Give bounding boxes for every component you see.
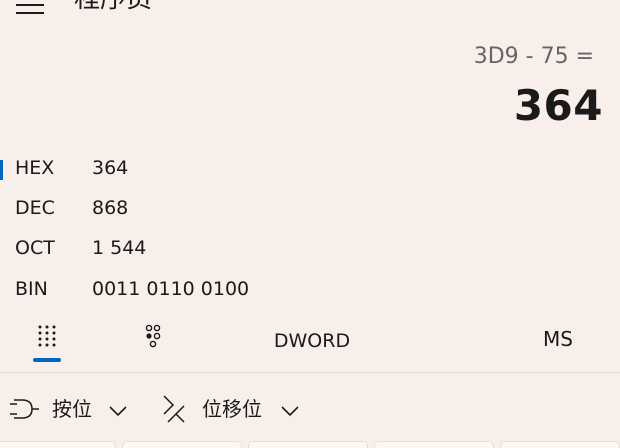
keypad-key[interactable]: [122, 441, 242, 448]
bit-shift-dropdown[interactable]: 位移位: [160, 392, 310, 428]
radix-value: 868: [92, 197, 129, 219]
radix-row-bin[interactable]: BIN 0011 0110 0100: [0, 273, 620, 305]
keypad-key[interactable]: [500, 441, 620, 448]
selection-indicator: [0, 200, 3, 220]
active-mode-indicator: [33, 358, 61, 362]
radix-row-dec[interactable]: DEC 868: [0, 192, 620, 224]
mode-title: 程序员: [74, 0, 152, 14]
divider: [0, 372, 620, 373]
radix-row-hex[interactable]: HEX 364: [0, 152, 620, 184]
radix-value: 0011 0110 0100: [92, 278, 250, 300]
selection-indicator: [0, 240, 3, 260]
logic-gate-icon: [10, 399, 39, 419]
keypad-key[interactable]: [248, 441, 368, 448]
radix-label: HEX: [15, 157, 55, 179]
title-bar: 程序员: [0, 0, 620, 14]
chevron-down-icon: [281, 406, 299, 417]
radix-row-oct[interactable]: OCT 1 544: [0, 232, 620, 264]
chevron-down-icon: [109, 406, 127, 417]
selection-indicator: [0, 281, 3, 301]
bit-shift-label: 位移位: [202, 397, 262, 421]
calculator-window: 程序员 3D9 - 75 = 364 HEX 364 DEC 868 OCT 1…: [0, 0, 620, 448]
hamburger-icon-bar: [16, 12, 44, 14]
selection-indicator: [0, 160, 3, 180]
bit-toggling-keypad-button[interactable]: [134, 318, 172, 358]
memory-store-button[interactable]: MS: [530, 326, 586, 352]
radix-label: BIN: [15, 278, 48, 300]
result-display: 364: [513, 81, 603, 130]
radix-label: DEC: [15, 197, 55, 219]
bit-toggling-keypad-icon: [145, 324, 161, 348]
expression-display: 3D9 - 75 =: [473, 44, 594, 69]
word-size-button[interactable]: DWORD: [262, 328, 362, 354]
full-keypad-icon: [38, 325, 56, 347]
radix-value: 1 544: [92, 237, 147, 259]
keypad-key[interactable]: [0, 441, 116, 448]
full-keypad-button[interactable]: [28, 318, 66, 364]
navigation-menu-button[interactable]: [16, 0, 46, 16]
keypad-key[interactable]: [374, 441, 494, 448]
radix-value: 364: [92, 157, 129, 179]
bitwise-dropdown[interactable]: 按位: [8, 392, 133, 428]
bit-shift-icon: [163, 395, 185, 423]
bitwise-label: 按位: [52, 397, 92, 421]
hamburger-icon-bar: [16, 4, 44, 6]
radix-label: OCT: [15, 237, 55, 259]
